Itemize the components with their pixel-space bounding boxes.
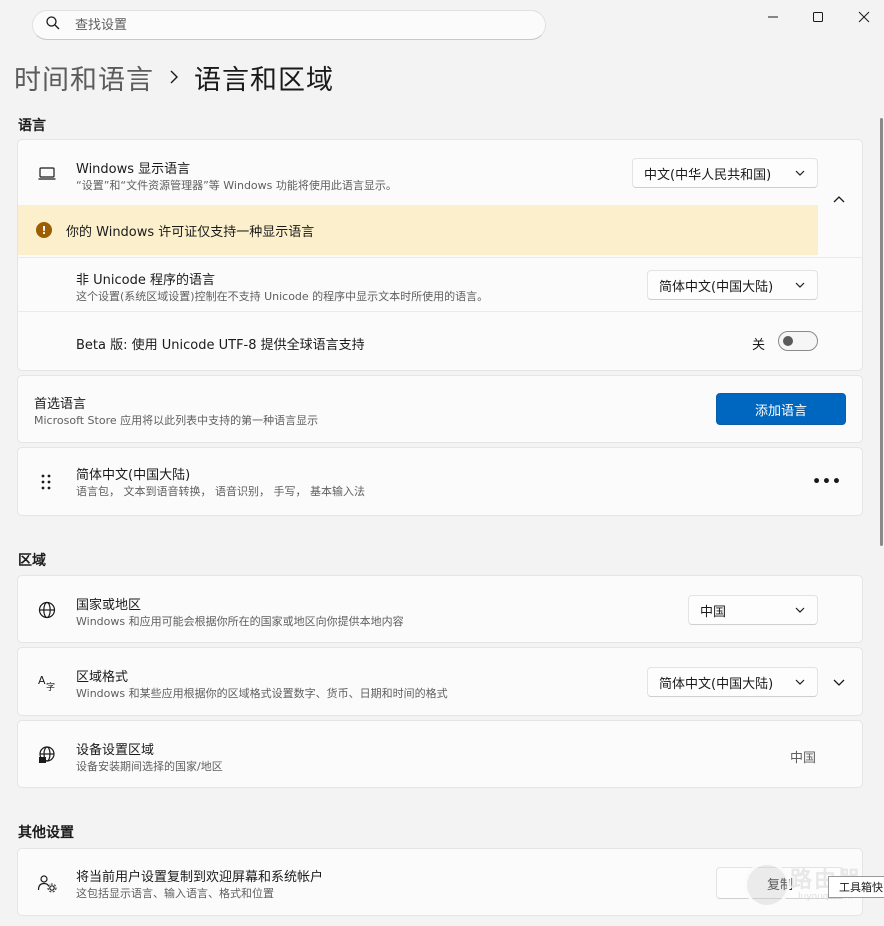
globe-device-icon bbox=[36, 744, 58, 766]
search-icon bbox=[45, 15, 61, 35]
dropdown-value: 简体中文(中国大陆) bbox=[659, 279, 774, 295]
beta-utf8-state: 关 bbox=[752, 338, 766, 353]
globe-icon bbox=[36, 599, 58, 621]
minimize-icon bbox=[767, 8, 779, 27]
close-button[interactable] bbox=[849, 6, 879, 28]
toggle-knob bbox=[783, 336, 793, 346]
chevron-down-icon bbox=[795, 678, 805, 686]
search-input[interactable] bbox=[75, 17, 475, 33]
device-region-value: 中国 bbox=[790, 751, 817, 766]
warning-icon: ! bbox=[36, 222, 52, 238]
more-options-button[interactable]: ••• bbox=[812, 472, 841, 492]
display-language-desc: “设置”和“文件资源管理器”等 Windows 功能将使用此语言显示。 bbox=[76, 179, 397, 192]
copy-settings-title: 将当前用户设置复制到欢迎屏幕和系统帐户 bbox=[76, 870, 324, 885]
chevron-right-icon bbox=[154, 70, 194, 84]
preferred-language-title: 首选语言 bbox=[34, 397, 87, 412]
maximize-icon bbox=[812, 8, 824, 27]
region-format-dropdown[interactable]: 简体中文(中国大陆) bbox=[647, 667, 818, 697]
divider bbox=[18, 257, 862, 258]
language-item-title: 简体中文(中国大陆) bbox=[76, 468, 191, 483]
page-title: 语言和区域 bbox=[194, 64, 334, 96]
section-title-region: 区域 bbox=[18, 553, 46, 569]
expand-button[interactable] bbox=[832, 676, 846, 690]
title-bar bbox=[0, 0, 884, 50]
preferred-language-card: 首选语言 Microsoft Store 应用将以此列表中支持的第一种语言显示 … bbox=[17, 375, 863, 443]
language-item-desc: 语言包， 文本到语音转换， 语音识别， 手写， 基本输入法 bbox=[76, 485, 365, 498]
divider bbox=[18, 311, 862, 312]
country-desc: Windows 和应用可能会根据你所在的国家或地区向你提供本地内容 bbox=[76, 615, 404, 628]
country-title: 国家或地区 bbox=[76, 598, 142, 613]
country-card: 国家或地区 Windows 和应用可能会根据你所在的国家或地区向你提供本地内容 … bbox=[17, 575, 863, 643]
laptop-icon bbox=[36, 162, 58, 184]
chevron-down-icon bbox=[795, 606, 805, 614]
copy-settings-card: 将当前用户设置复制到欢迎屏幕和系统帐户 这包括显示语言、输入语言、格式和位置 复… bbox=[17, 848, 863, 916]
breadcrumb-parent[interactable]: 时间和语言 bbox=[14, 58, 154, 97]
users-settings-icon bbox=[36, 872, 58, 894]
section-title-other: 其他设置 bbox=[18, 825, 74, 841]
breadcrumb: 时间和语言 语言和区域 bbox=[14, 56, 334, 98]
preferred-language-desc: Microsoft Store 应用将以此列表中支持的第一种语言显示 bbox=[34, 414, 319, 427]
collapse-button[interactable] bbox=[832, 192, 846, 206]
scrollbar-thumb[interactable] bbox=[880, 118, 883, 546]
language-item-card: 简体中文(中国大陆) 语言包， 文本到语音转换， 语音识别， 手写， 基本输入法… bbox=[17, 447, 863, 516]
region-format-title: 区域格式 bbox=[76, 670, 129, 685]
dropdown-value: 中国 bbox=[700, 604, 727, 620]
region-format-card: A字 区域格式 Windows 和某些应用根据你的区域格式设置数字、货币、日期和… bbox=[17, 647, 863, 716]
minimize-button[interactable] bbox=[758, 6, 788, 28]
non-unicode-dropdown[interactable]: 简体中文(中国大陆) bbox=[647, 270, 818, 300]
dropdown-value: 中文(中华人民共和国) bbox=[644, 167, 772, 183]
svg-text:A: A bbox=[38, 674, 46, 687]
beta-utf8-toggle[interactable] bbox=[778, 331, 818, 351]
warning-text: 你的 Windows 许可证仅支持一种显示语言 bbox=[66, 224, 315, 240]
non-unicode-title: 非 Unicode 程序的语言 bbox=[76, 273, 215, 288]
region-format-desc: Windows 和某些应用根据你的区域格式设置数字、货币、日期和时间的格式 bbox=[76, 687, 448, 700]
chevron-down-icon bbox=[795, 281, 805, 289]
language-format-icon: A字 bbox=[36, 671, 58, 693]
chevron-up-icon bbox=[832, 192, 846, 206]
device-region-card: 设备设置区域 设备安装期间选择的国家/地区 中国 bbox=[17, 720, 863, 788]
add-language-button[interactable]: 添加语言 bbox=[716, 393, 846, 425]
section-title-language: 语言 bbox=[18, 118, 46, 134]
chevron-down-icon bbox=[832, 676, 846, 690]
beta-utf8-title: Beta 版: 使用 Unicode UTF-8 提供全球语言支持 bbox=[76, 338, 365, 353]
display-language-card: Windows 显示语言 “设置”和“文件资源管理器”等 Windows 功能将… bbox=[17, 139, 863, 371]
search-box[interactable] bbox=[32, 10, 546, 40]
display-language-title: Windows 显示语言 bbox=[76, 162, 191, 177]
license-warning-bar: ! 你的 Windows 许可证仅支持一种显示语言 bbox=[18, 205, 818, 255]
maximize-button[interactable] bbox=[803, 6, 833, 28]
drag-handle-icon[interactable] bbox=[35, 471, 57, 493]
close-icon bbox=[858, 8, 870, 27]
toolbox-tag[interactable]: 工具箱快 bbox=[828, 876, 884, 898]
svg-text:字: 字 bbox=[46, 681, 55, 692]
copy-settings-desc: 这包括显示语言、输入语言、格式和位置 bbox=[76, 887, 274, 900]
dropdown-value: 简体中文(中国大陆) bbox=[659, 676, 774, 692]
display-language-dropdown[interactable]: 中文(中华人民共和国) bbox=[632, 158, 818, 188]
chevron-down-icon bbox=[795, 169, 805, 177]
device-region-desc: 设备安装期间选择的国家/地区 bbox=[76, 760, 223, 773]
device-region-title: 设备设置区域 bbox=[76, 743, 155, 758]
non-unicode-desc: 这个设置(系统区域设置)控制在不支持 Unicode 的程序中显示文本时所使用的… bbox=[76, 290, 489, 303]
watermark-logo bbox=[744, 862, 790, 908]
country-dropdown[interactable]: 中国 bbox=[688, 595, 818, 625]
